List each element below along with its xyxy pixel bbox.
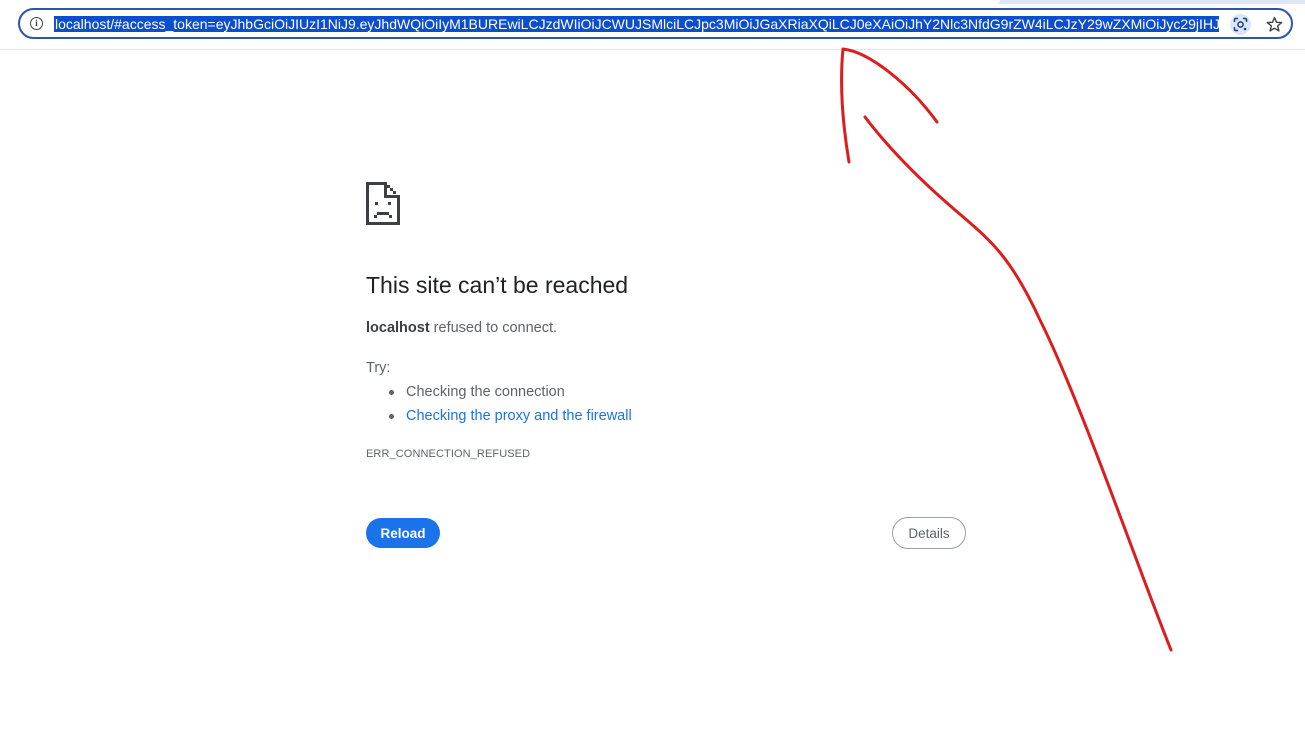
- error-message-text: refused to connect.: [429, 320, 558, 336]
- bookmark-button[interactable]: [1264, 14, 1285, 35]
- suggestion-text: Checking the connection: [406, 384, 565, 400]
- reload-button[interactable]: Reload: [366, 518, 440, 548]
- details-button[interactable]: Details: [892, 517, 966, 549]
- suggestion-check-proxy: Checking the proxy and the firewall: [366, 406, 632, 430]
- google-lens-button[interactable]: [1230, 14, 1251, 35]
- error-host: localhost: [366, 320, 430, 336]
- browser-toolbar: i localhost/#access_token=eyJhbGciOiJIUz…: [0, 0, 1305, 50]
- error-title: This site can’t be reached: [366, 272, 629, 298]
- tab-strip: [0, 0, 1305, 4]
- error-message: localhost refused to connect.: [366, 320, 557, 336]
- url-text-selected[interactable]: localhost/#access_token=eyJhbGciOiJIUzI1…: [54, 16, 1219, 32]
- info-icon[interactable]: i: [30, 17, 43, 30]
- address-bar[interactable]: i localhost/#access_token=eyJhbGciOiJIUz…: [18, 8, 1293, 39]
- google-lens-icon: [1233, 17, 1248, 32]
- sad-document-icon: [366, 182, 400, 225]
- error-code: ERR_CONNECTION_REFUSED: [366, 448, 531, 460]
- arrow-shaft: [863, 115, 1173, 652]
- suggestions-list: Checking the connection Checking the pro…: [366, 382, 632, 430]
- arrow-head: [840, 47, 939, 164]
- suggestion-check-connection: Checking the connection: [366, 382, 632, 406]
- red-arrow-annotation: [840, 47, 1173, 652]
- bookmark-star-icon: [1266, 16, 1283, 32]
- try-label: Try:: [366, 360, 391, 376]
- proxy-firewall-link[interactable]: Checking the proxy and the firewall: [406, 408, 632, 424]
- url-field[interactable]: localhost/#access_token=eyJhbGciOiJIUzI1…: [54, 15, 1219, 34]
- active-tab-edge[interactable]: [0, 0, 1000, 4]
